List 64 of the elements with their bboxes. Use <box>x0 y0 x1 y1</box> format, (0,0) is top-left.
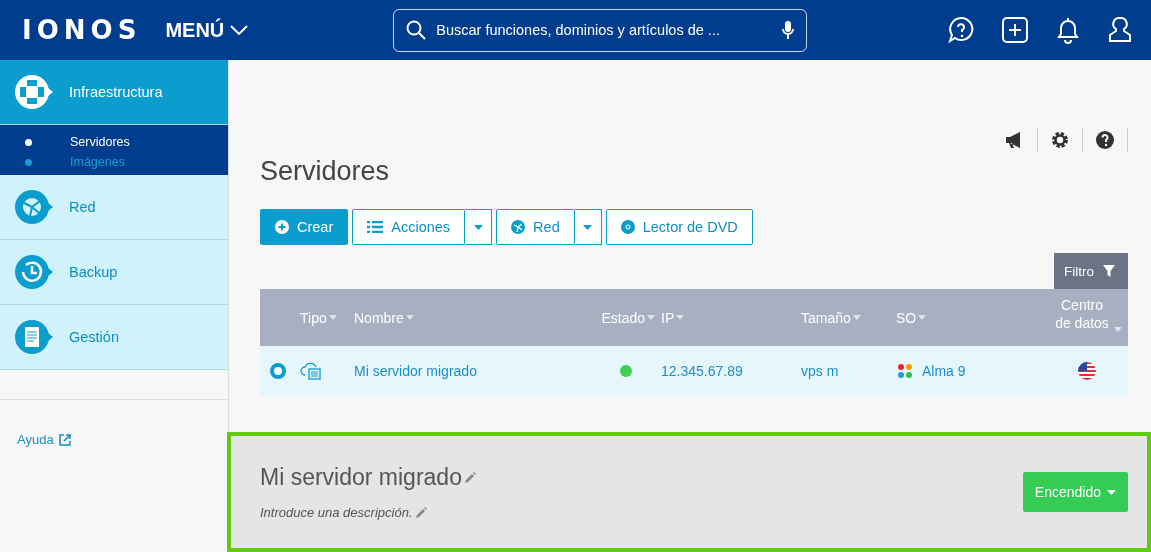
external-link-icon <box>58 433 71 446</box>
clipboard-icon <box>14 319 54 355</box>
search-input[interactable]: Buscar funciones, dominios y artículos de ... <box>434 21 775 39</box>
power-status-button[interactable]: Encendido <box>1022 472 1128 512</box>
logo[interactable]: IONOS <box>22 15 142 45</box>
sidebar-item[interactable]: Gestión <box>0 305 228 370</box>
add-icon[interactable] <box>1001 16 1029 44</box>
sidebar-item[interactable]: Red <box>0 175 228 240</box>
column-header[interactable]: IP <box>661 309 675 326</box>
table-cell: Alma 9 <box>922 363 966 379</box>
toolbar-button[interactable]: Crear <box>260 209 349 245</box>
flag-icon <box>1078 362 1096 380</box>
sort-icon[interactable] <box>918 315 927 320</box>
search-icon <box>406 20 427 40</box>
sidebar-subitem[interactable]: Imágenes <box>0 155 228 169</box>
table-cell: vps m <box>801 363 839 379</box>
filter-icon <box>1103 265 1115 277</box>
sort-icon[interactable] <box>676 315 685 320</box>
sidebar-subitem[interactable]: Servidores <box>0 135 228 149</box>
sort-icon[interactable] <box>328 315 337 320</box>
list-icon <box>367 221 384 233</box>
column-header[interactable]: Tipo <box>300 309 327 326</box>
user-icon[interactable] <box>1107 16 1133 44</box>
table-cell[interactable]: Mi servidor migrado <box>354 363 477 379</box>
caret-icon <box>473 224 483 230</box>
disc-icon <box>620 220 635 234</box>
bell-icon[interactable] <box>1055 16 1081 44</box>
toolbar-button[interactable]: Acciones <box>352 209 466 245</box>
dropdown-button[interactable] <box>574 209 602 245</box>
column-header[interactable]: Estado <box>601 309 645 326</box>
plus-circle-icon <box>275 220 289 234</box>
sort-icon[interactable] <box>405 315 414 320</box>
os-logo-icon <box>896 362 914 380</box>
column-header[interactable]: Nombre <box>354 309 404 326</box>
filter-button[interactable]: Filtro <box>1054 253 1128 289</box>
toolbar-button[interactable]: Lector de DVD <box>605 209 753 245</box>
sidebar-item[interactable]: Backup <box>0 240 228 305</box>
column-header[interactable]: SO <box>896 309 917 326</box>
sort-icon[interactable] <box>852 315 861 320</box>
dropdown-button[interactable] <box>465 209 493 245</box>
sort-icon[interactable] <box>647 315 655 320</box>
microphone-icon[interactable] <box>782 20 795 40</box>
description-placeholder[interactable]: Introduce una descripción. <box>260 505 413 520</box>
sort-icon[interactable] <box>1114 327 1122 332</box>
radio-button[interactable] <box>270 363 286 379</box>
table-cell: 12.345.67.89 <box>661 363 743 379</box>
page-title: Servidores <box>260 156 391 187</box>
sidebar-item[interactable]: Infraestructura <box>0 60 228 125</box>
menu-button[interactable]: MENÚ <box>165 18 249 42</box>
caret-icon <box>1107 489 1116 495</box>
column-header[interactable]: Tamaño <box>801 309 851 326</box>
settings-icon[interactable] <box>1050 130 1070 150</box>
help-icon[interactable] <box>1095 130 1115 150</box>
server-name: Mi servidor migrado <box>260 464 462 491</box>
pencil-icon[interactable] <box>463 471 476 484</box>
caret-icon <box>583 224 593 230</box>
search-field[interactable]: Buscar funciones, dominios y artículos de ... <box>393 8 808 52</box>
help-link[interactable]: Ayuda <box>17 432 228 447</box>
pencil-icon[interactable] <box>415 506 428 519</box>
infrastructure-icon <box>14 74 54 110</box>
toolbar-button[interactable]: Red <box>496 209 575 245</box>
help-icon[interactable] <box>947 16 975 44</box>
chevron-down-icon <box>230 25 249 35</box>
clock-icon <box>14 254 54 290</box>
